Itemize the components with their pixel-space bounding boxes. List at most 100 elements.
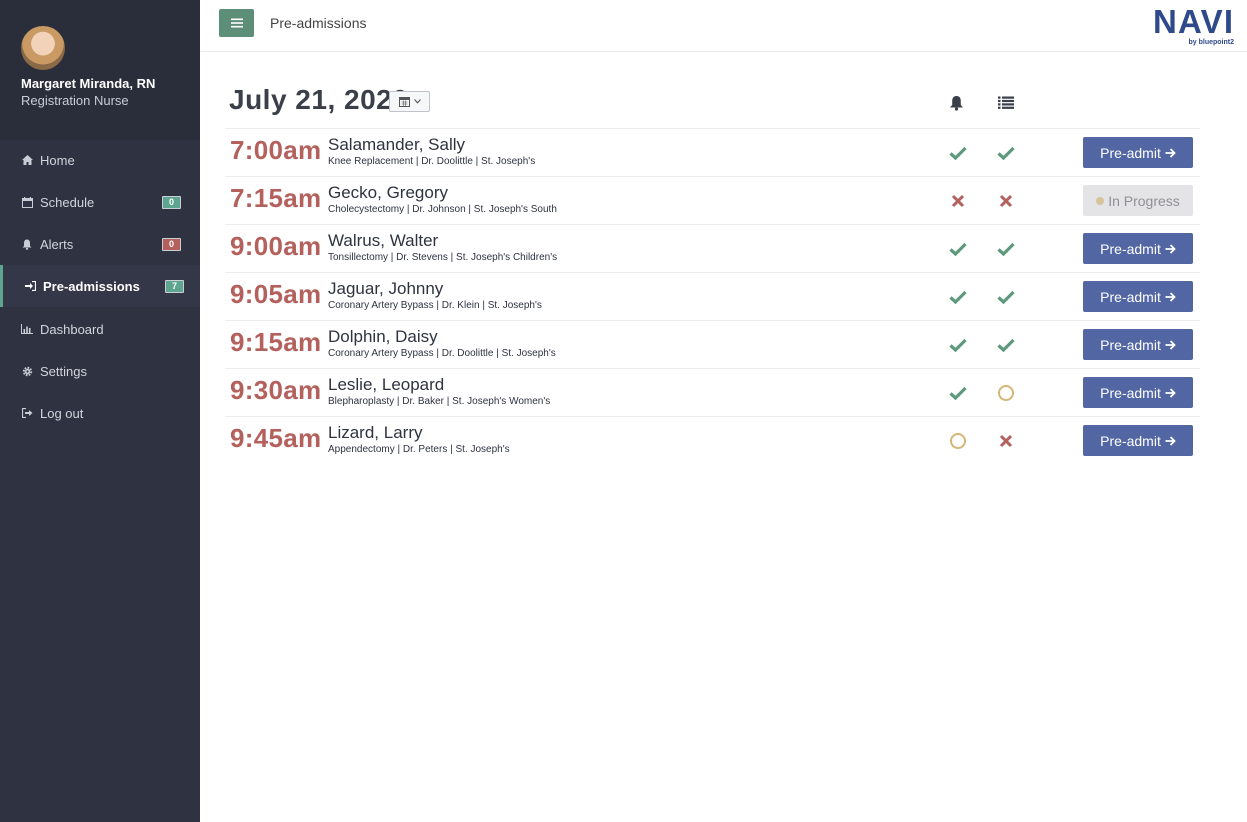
patient-name[interactable]: Gecko, Gregory [328,183,448,203]
user-name: Margaret Miranda, RN [21,76,156,91]
date-picker-button[interactable] [389,91,430,112]
arrow-right-icon [1165,291,1176,302]
arrow-right-icon [1165,147,1176,158]
schedule-count-badge: 0 [162,195,181,209]
sidebar-item-label: Dashboard [40,321,104,337]
gear-icon [21,365,33,377]
appointment-time: 7:15am [230,183,322,213]
patient-name[interactable]: Dolphin, Daisy [328,327,438,347]
appointment-time: 9:00am [230,231,322,261]
table-row: 9:05am Jaguar, Johnny Coronary Artery By… [225,272,1200,320]
sidebar: Margaret Miranda, RN Registration Nurse … [0,0,200,822]
button-label: Pre-admit [1100,240,1161,257]
pre-admit-button[interactable]: Pre-admit [1083,233,1193,264]
pre-admit-button[interactable]: Pre-admit [1083,377,1193,408]
arrow-right-icon [1165,387,1176,398]
page-title: July 21, 2020 [229,84,409,115]
pre-admit-button[interactable]: Pre-admit [1083,329,1193,360]
sidebar-item-pre-admissions[interactable]: Pre-admissions 7 [0,265,200,307]
procedure-details: Blepharoplasty | Dr. Baker | St. Joseph'… [328,396,551,407]
sidebar-item-alerts[interactable]: Alerts 0 [0,223,200,265]
check-icon [949,240,967,258]
check-icon [949,288,967,306]
table-row: 9:30am Leslie, Leopard Blepharoplasty | … [225,368,1200,416]
appointment-time: 9:45am [230,423,322,453]
sidebar-item-label: Pre-admissions [43,278,140,294]
patient-name[interactable]: Lizard, Larry [328,423,422,443]
sidebar-item-label: Alerts [40,236,74,252]
sidebar-item-dashboard[interactable]: Dashboard [0,308,200,350]
home-icon [21,154,33,166]
chevron-down-icon [413,99,421,104]
sidebar-item-schedule[interactable]: Schedule 0 [0,181,200,223]
appointment-time: 9:05am [230,279,322,309]
check-icon [997,144,1015,162]
pending-circle-icon [949,432,967,450]
patient-name[interactable]: Leslie, Leopard [328,375,444,395]
sidebar-item-settings[interactable]: Settings [0,350,200,392]
button-label: Pre-admit [1100,336,1161,353]
button-label: Pre-admit [1100,432,1161,449]
avatar[interactable] [21,26,65,70]
hamburger-icon [230,18,243,28]
in-progress-button: In Progress [1083,185,1193,216]
check-icon [949,144,967,162]
sidebar-item-home[interactable]: Home [0,139,200,181]
check-icon [997,288,1015,306]
sidebar-item-label: Schedule [40,194,95,210]
pre-admission-list: 7:00am Salamander, Sally Knee Replacemen… [225,128,1200,464]
table-row: 9:45am Lizard, Larry Appendectomy | Dr. … [225,416,1200,464]
menu-toggle-button[interactable] [219,9,254,37]
button-label: Pre-admit [1100,288,1161,305]
appointment-time: 7:00am [230,135,322,165]
calendar-icon [398,97,410,107]
patient-name[interactable]: Salamander, Sally [328,135,465,155]
sidebar-item-label: Log out [40,405,84,421]
check-icon [949,336,967,354]
top-bar: Pre-admissions NAVI by bluepoint2 [200,0,1247,52]
breadcrumb: Pre-admissions [270,15,367,31]
table-row: 9:00am Walrus, Walter Tonsillectomy | Dr… [225,224,1200,272]
procedure-details: Coronary Artery Bypass | Dr. Doolittle |… [328,348,556,359]
procedure-details: Knee Replacement | Dr. Doolittle | St. J… [328,156,536,167]
pending-circle-icon [997,384,1015,402]
appointment-time: 9:15am [230,327,322,357]
arrow-right-icon [1165,339,1176,350]
button-label: Pre-admit [1100,384,1161,401]
cross-icon [949,192,967,210]
check-icon [997,240,1015,258]
sidebar-item-log-out[interactable]: Log out [0,392,200,434]
procedure-details: Appendectomy | Dr. Peters | St. Joseph's [328,444,510,455]
patient-name[interactable]: Jaguar, Johnny [328,279,443,299]
table-row: 7:00am Salamander, Sally Knee Replacemen… [225,128,1200,176]
cross-icon [997,192,1015,210]
button-label: Pre-admit [1100,144,1161,161]
logo-subtext: by bluepoint2 [1189,39,1235,46]
table-row: 7:15am Gecko, Gregory Cholecystectomy | … [225,176,1200,224]
bell-icon[interactable] [949,95,964,116]
navi-logo: NAVI by bluepoint2 [1153,3,1235,47]
progress-dot-icon [1096,196,1105,205]
calendar-icon [21,196,33,208]
list-view-icon[interactable] [998,96,1014,114]
table-row: 9:15am Dolphin, Daisy Coronary Artery By… [225,320,1200,368]
procedure-details: Cholecystectomy | Dr. Johnson | St. Jose… [328,204,557,215]
user-profile: Margaret Miranda, RN Registration Nurse [0,0,200,140]
user-role: Registration Nurse [21,93,129,108]
pre-admit-button[interactable]: Pre-admit [1083,137,1193,168]
cross-icon [997,432,1015,450]
pre-admit-button[interactable]: Pre-admit [1083,281,1193,312]
procedure-details: Tonsillectomy | Dr. Stevens | St. Joseph… [328,252,558,263]
bell-icon [21,238,33,250]
pre-admit-button[interactable]: Pre-admit [1083,425,1193,456]
patient-name[interactable]: Walrus, Walter [328,231,438,251]
logo-text: NAVI [1153,5,1233,40]
procedure-details: Coronary Artery Bypass | Dr. Klein | St.… [328,300,542,311]
button-label: In Progress [1108,192,1180,209]
check-icon [997,336,1015,354]
arrow-right-icon [1165,435,1176,446]
arrow-right-icon [1165,243,1176,254]
pre-admissions-count-badge: 7 [165,279,184,293]
sign-in-icon [24,280,36,292]
check-icon [949,384,967,402]
